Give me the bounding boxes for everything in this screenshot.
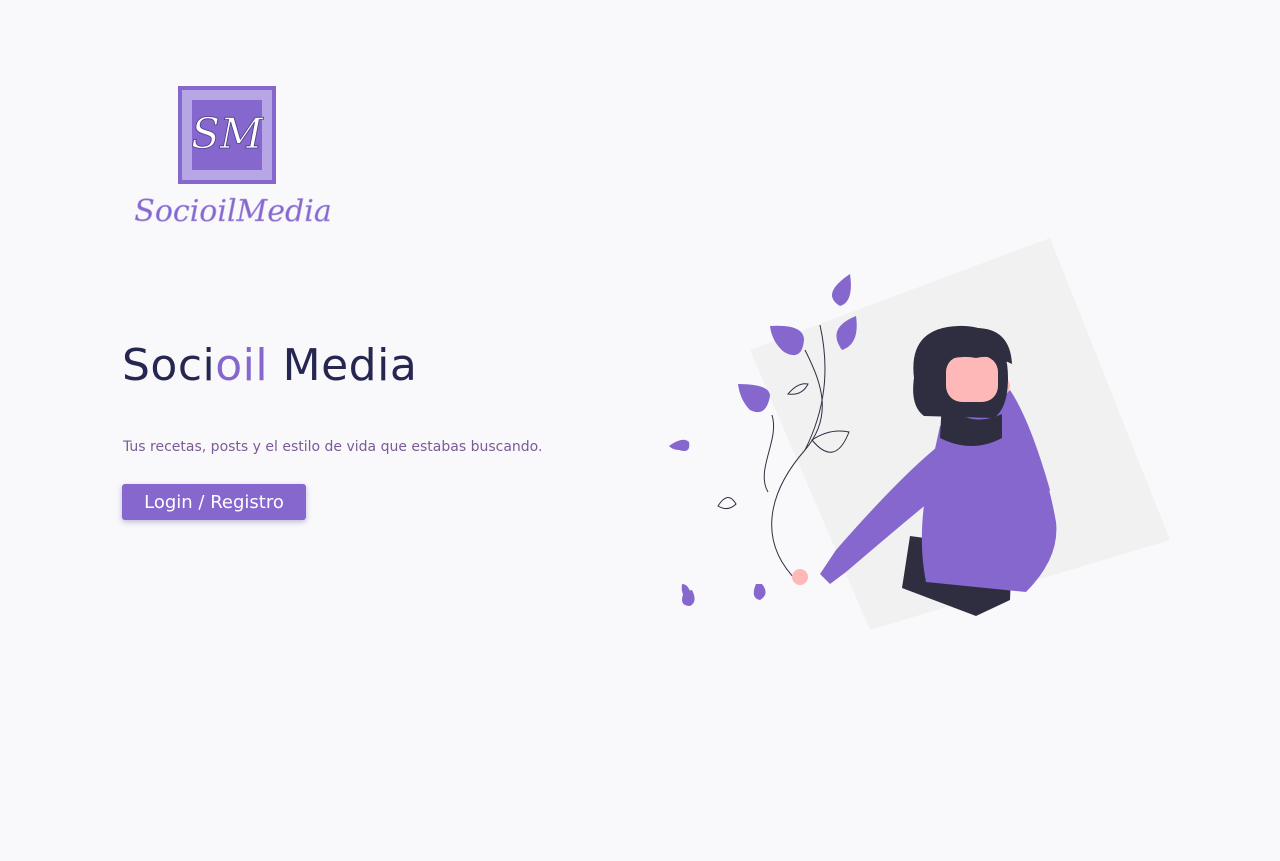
logo-monogram: SM xyxy=(191,109,264,158)
hero-title-accent: oil xyxy=(215,340,269,391)
hero-tagline: Tus recetas, posts y el estilo de vida q… xyxy=(123,439,543,455)
hero-title-part1: Soci xyxy=(122,340,216,391)
hero-title-part2: Media xyxy=(268,340,418,391)
landing-page: SM SocioilMedia Socioil Media Tus receta… xyxy=(0,0,1280,861)
login-register-button[interactable]: Login / Registro xyxy=(122,484,306,520)
logo-wordmark: SocioilMedia xyxy=(134,194,331,229)
hero-title: Socioil Media xyxy=(122,340,417,391)
woman-with-leaves-illustration xyxy=(669,238,1170,630)
socioil-media-logo: SM SocioilMedia xyxy=(134,86,332,229)
